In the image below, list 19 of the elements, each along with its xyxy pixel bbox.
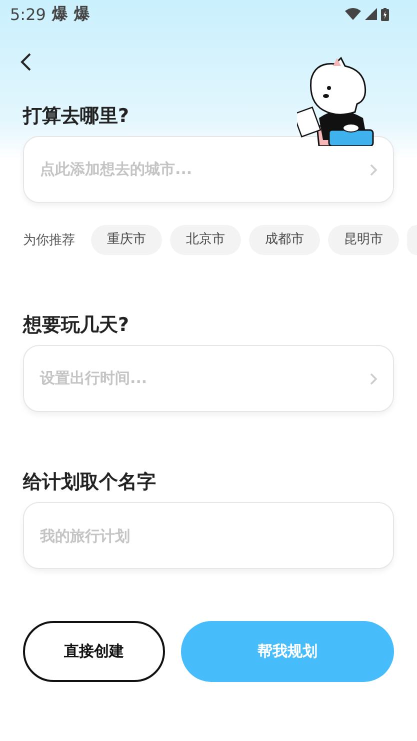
notification-icon: 爆 (52, 4, 68, 24)
chevron-right-icon (370, 372, 377, 384)
status-time: 5:29 (10, 4, 46, 24)
section-title: 给计划取个名字 (23, 470, 157, 495)
city-chip[interactable]: 成都市 (249, 225, 320, 255)
back-icon[interactable] (20, 52, 32, 72)
section-title: 打算去哪里? (23, 104, 130, 129)
name-input-field[interactable]: 我的旅行计划 (23, 502, 394, 569)
battery-icon (381, 8, 389, 20)
chevron-right-icon (370, 164, 377, 176)
section-title: 想要玩几天? (23, 313, 130, 338)
wifi-icon (345, 8, 361, 20)
create-button[interactable]: 直接创建 (23, 621, 165, 682)
notification-icon: 爆 (74, 4, 90, 24)
city-chip[interactable]: 昆明市 (328, 225, 399, 255)
city-chip[interactable]: 北京市 (170, 225, 241, 255)
city-chip[interactable]: 重庆市 (91, 225, 162, 255)
recommend-label: 为你推荐 (23, 232, 75, 249)
signal-icon (365, 8, 377, 20)
